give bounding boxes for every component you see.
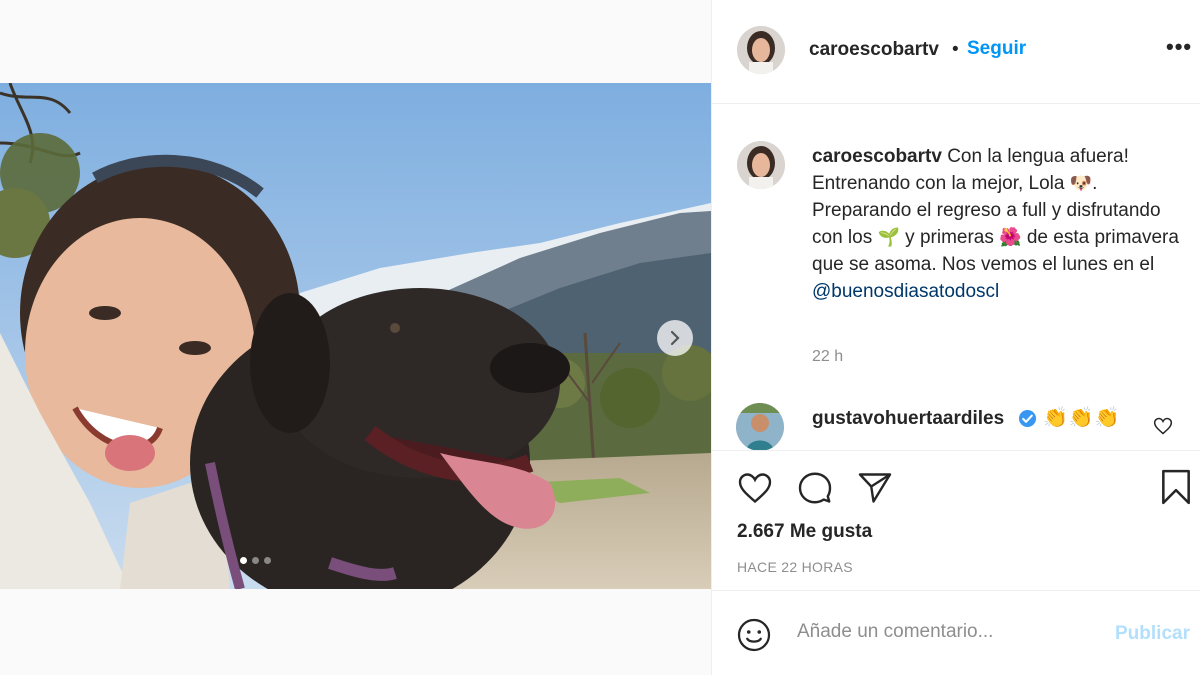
author-avatar[interactable] — [737, 26, 785, 74]
caption-avatar-image — [737, 141, 785, 189]
save-bookmark-icon[interactable] — [1159, 468, 1193, 506]
author-avatar-image — [737, 26, 785, 74]
sprout-emoji-icon: 🌱 — [877, 227, 900, 248]
caption-username[interactable]: caroescobartv — [812, 146, 942, 167]
carousel-dot — [264, 557, 271, 564]
add-comment-bar: Publicar — [712, 590, 1200, 675]
caption-text: y primeras — [899, 227, 1000, 248]
verified-badge-icon — [1018, 409, 1037, 428]
carousel-indicator — [240, 557, 271, 564]
header-separator: • — [952, 39, 959, 60]
mention-link[interactable]: @buenosdiasatodoscl — [812, 281, 999, 302]
commenter-avatar[interactable] — [736, 403, 784, 451]
comment-like-heart-icon[interactable] — [1153, 416, 1173, 436]
caption-timestamp[interactable]: 22 h — [812, 348, 843, 366]
likes-count[interactable]: 2.667 Me gusta — [737, 521, 872, 543]
post-timestamp[interactable]: HACE 22 HORAS — [737, 559, 853, 575]
more-options-button[interactable]: ••• — [1166, 34, 1192, 60]
chevron-right-icon — [670, 330, 680, 346]
author-username[interactable]: caroescobartv — [809, 39, 939, 61]
carousel-dot-active — [240, 557, 247, 564]
comment-text: 👏👏👏 — [1043, 405, 1121, 429]
comment-bubble-icon[interactable] — [796, 470, 834, 506]
post-header: caroescobartv • Seguir ••• — [712, 0, 1200, 104]
commenter-username[interactable]: gustavohuertaardiles — [812, 408, 1004, 430]
caption-avatar[interactable] — [737, 141, 785, 189]
post-caption: caroescobartv Con la lengua afuera! Entr… — [812, 143, 1192, 305]
comment-input[interactable] — [797, 621, 1097, 643]
emoji-smiley-icon[interactable] — [736, 617, 772, 653]
commenter-avatar-image — [736, 403, 784, 451]
post-side-panel: caroescobartv • Seguir ••• caroescobartv… — [711, 0, 1200, 675]
dog-emoji-icon: 🐶 — [1069, 173, 1093, 194]
flower-emoji-icon: 🌺 — [999, 227, 1022, 248]
post-photo-illustration — [0, 83, 711, 589]
carousel-dot — [252, 557, 259, 564]
next-slide-button[interactable] — [657, 320, 693, 356]
follow-button[interactable]: Seguir — [967, 38, 1026, 60]
publish-button[interactable]: Publicar — [1115, 623, 1190, 645]
share-paper-plane-icon[interactable] — [856, 470, 894, 506]
post-photo[interactable] — [0, 83, 711, 589]
like-heart-icon[interactable] — [736, 470, 774, 506]
media-column — [0, 0, 711, 675]
